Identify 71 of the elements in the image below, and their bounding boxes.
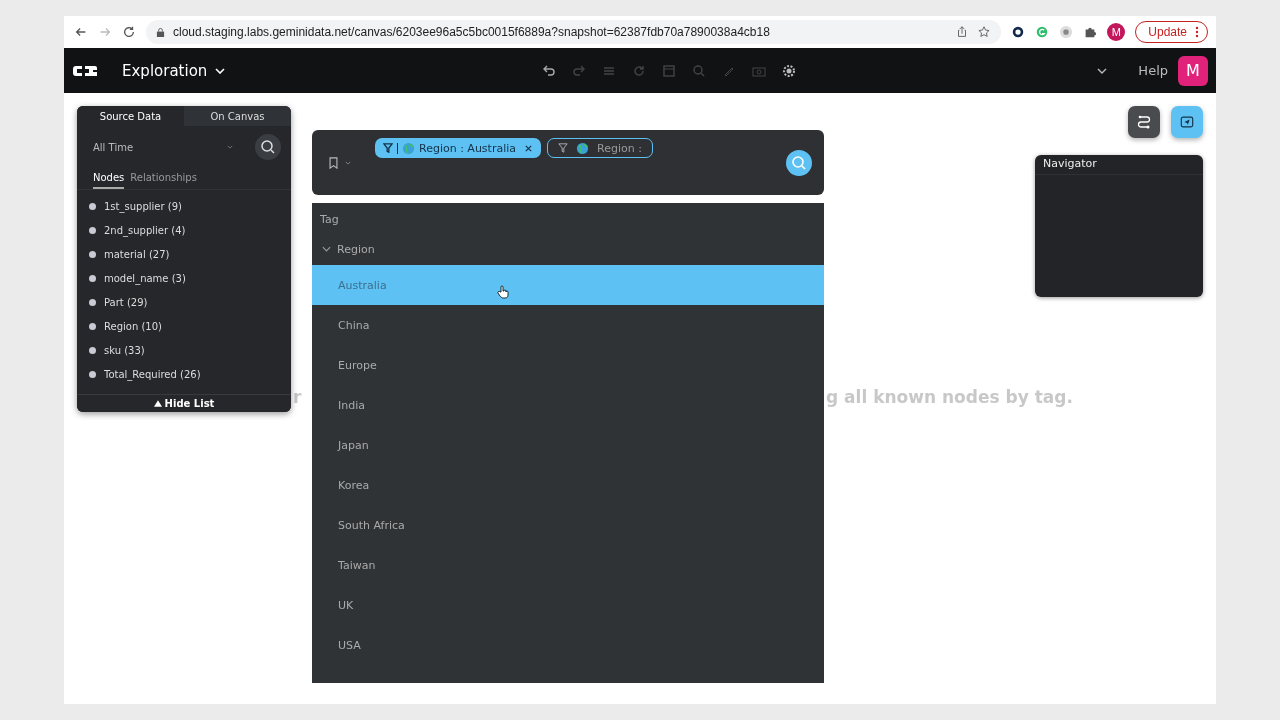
- address-bar[interactable]: cloud.staging.labs.geminidata.net/canvas/6203ee96a5c5bc0015f6889a?snapshot=62387fdb70a7890038a4cb18: [146, 20, 1002, 44]
- search-icon: [260, 139, 276, 155]
- list-tab[interactable]: Nodes: [93, 168, 125, 189]
- url-text: cloud.staging.labs.geminidata.net/canvas/6203ee96a5c5bc0015f6889a?snapshot=62387fdb70a7890038a4cb18: [173, 25, 770, 39]
- node-type-item[interactable]: Part (29): [104, 296, 148, 308]
- filter-icon: [383, 143, 393, 153]
- puzzle-icon[interactable]: [1083, 25, 1098, 39]
- path-icon: [1136, 114, 1152, 130]
- panel-tab[interactable]: Source Data: [77, 106, 184, 126]
- connections-button[interactable]: [1128, 106, 1160, 138]
- node-dot: [89, 274, 96, 282]
- node-dot: [89, 202, 96, 210]
- region-option[interactable]: Europe: [312, 345, 824, 385]
- node-dot: [89, 298, 96, 306]
- logo-icon[interactable]: [72, 63, 98, 78]
- filter-chip[interactable]: Region :: [547, 138, 653, 158]
- dropdown-header: Tag: [319, 212, 340, 228]
- region-option[interactable]: South Africa: [312, 505, 824, 545]
- region-option[interactable]: Taiwan: [312, 545, 824, 585]
- back-icon[interactable]: [74, 25, 88, 39]
- bookmark-icon[interactable]: [328, 156, 339, 169]
- node-type-item[interactable]: 2nd_supplier (4): [104, 224, 186, 236]
- close-icon[interactable]: [524, 143, 533, 153]
- globe-icon: [402, 141, 415, 155]
- send-icon: [1180, 115, 1194, 129]
- node-dot: [89, 370, 96, 378]
- hand-cursor-icon: [497, 285, 509, 299]
- region-option[interactable]: USA: [312, 625, 824, 665]
- node-dot: [89, 226, 96, 234]
- hide-list-button[interactable]: Hide List: [77, 394, 291, 412]
- panel-tab[interactable]: On Canvas: [184, 106, 291, 126]
- list-tab[interactable]: Relationships: [130, 168, 197, 189]
- profile-avatar[interactable]: M: [1107, 23, 1126, 41]
- node-type-item[interactable]: material (27): [104, 248, 170, 260]
- user-avatar[interactable]: M: [1178, 55, 1208, 86]
- settings-icon[interactable]: [781, 62, 798, 79]
- update-button[interactable]: Update: [1135, 21, 1208, 43]
- lock-icon: [156, 26, 165, 38]
- node-dot: [89, 322, 96, 330]
- region-option[interactable]: Japan: [312, 425, 824, 465]
- node-type-item[interactable]: Region (10): [104, 320, 162, 332]
- node-dot: [89, 346, 96, 354]
- node-dot: [89, 250, 96, 258]
- time-dropdown[interactable]: All Time: [93, 141, 247, 153]
- globe-icon: [576, 141, 589, 155]
- workspace-dropdown[interactable]: Exploration: [116, 60, 232, 81]
- extension-icon[interactable]: [1011, 25, 1026, 39]
- triangle-up-icon: [153, 400, 162, 407]
- region-option[interactable]: India: [312, 385, 824, 425]
- search-button[interactable]: [786, 149, 812, 176]
- region-option[interactable]: UK: [312, 585, 824, 625]
- region-group[interactable]: Region: [312, 233, 385, 265]
- region-option[interactable]: Korea: [312, 465, 824, 505]
- filter-chip[interactable]: Region : Australia: [375, 138, 541, 158]
- node-type-item[interactable]: sku (33): [104, 344, 145, 356]
- star-icon[interactable]: [977, 25, 992, 39]
- send-button[interactable]: [1171, 106, 1203, 138]
- chevron-down-icon: [215, 67, 226, 74]
- reload-icon[interactable]: [122, 25, 136, 39]
- node-type-item[interactable]: Total_Required (26): [104, 368, 201, 380]
- chevron-down-icon: [227, 145, 233, 149]
- more-icon: [1195, 26, 1199, 38]
- search-icon: [791, 154, 807, 171]
- chevron-down-icon: [322, 246, 331, 252]
- navigator-title: Navigator: [1035, 155, 1203, 175]
- node-type-item[interactable]: 1st_supplier (9): [104, 200, 182, 212]
- region-option[interactable]: China: [312, 305, 824, 345]
- help-link[interactable]: Help: [1138, 63, 1168, 78]
- search-button[interactable]: [255, 134, 281, 160]
- node-type-item[interactable]: model_name (3): [104, 272, 186, 284]
- filter-icon: [558, 143, 568, 153]
